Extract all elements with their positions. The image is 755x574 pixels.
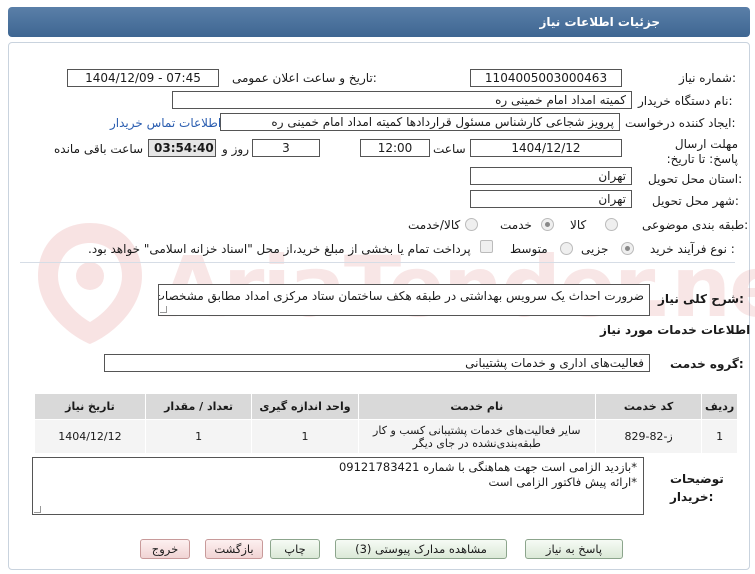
creator-label: ایجاد کننده درخواست:: [625, 116, 736, 130]
deadline-label: مهلت ارسال پاسخ: تا تاریخ:: [666, 137, 738, 166]
province-field: تهران: [470, 167, 632, 185]
exit-button[interactable]: خروج: [140, 539, 190, 559]
days-label: روز و: [222, 142, 249, 156]
page-header: جزئیات اطلاعات نیاز: [8, 7, 750, 37]
col-header-service-code: کد خدمت: [594, 393, 703, 420]
remaining-time-field: 03:54:40: [148, 139, 216, 157]
cell-service-name: سایر فعالیت‌های خدمات پشتیبانی کسب و کار…: [357, 419, 596, 454]
category-option-goods: کالا: [570, 218, 587, 232]
view-attachments-button[interactable]: مشاهده مدارک پیوستی (3): [335, 539, 507, 559]
cell-row-number: 1: [701, 419, 738, 454]
buyer-notes-line1: *بازدید الزامی است جهت هماهنگی با شماره …: [338, 460, 637, 474]
city-label: شهر محل تحویل:: [652, 194, 739, 208]
cell-unit: 1: [251, 419, 359, 454]
category-option-service: خدمت: [500, 218, 532, 232]
print-button[interactable]: چاپ: [270, 539, 320, 559]
buyer-org-field: کمیته امداد امام خمینی ره: [172, 91, 632, 109]
category-label: طبقه بندی موضوعی:: [642, 218, 749, 232]
days-field: 3: [252, 139, 320, 157]
services-table: ردیف کد خدمت نام خدمت واحد اندازه گیری ت…: [34, 393, 738, 454]
col-header-unit: واحد اندازه گیری: [251, 393, 359, 420]
cell-service-code: ز-82-829: [594, 419, 703, 454]
col-header-service-name: نام خدمت: [357, 393, 596, 420]
service-group-label: گروه خدمت:: [670, 357, 744, 371]
description-label: شرح کلی نیاز:: [658, 292, 744, 306]
buyer-notes-label-line1: توضیحات: [670, 472, 724, 486]
notes-resize-handle[interactable]: [34, 506, 41, 513]
buyer-notes-label-line2: خریدار:: [670, 490, 714, 504]
respond-button[interactable]: پاسخ به نیاز: [525, 539, 623, 559]
buyer-org-label: نام دستگاه خریدار:: [638, 94, 733, 108]
col-header-quantity: تعداد / مقدار: [144, 393, 253, 420]
deadline-date-field: 1404/12/12: [470, 139, 622, 157]
remaining-time-label: ساعت باقی مانده: [54, 142, 144, 156]
treasury-note: پرداخت تمام یا بخشی از مبلغ خرید،از محل …: [88, 242, 471, 256]
cell-need-date: 1404/12/12: [34, 419, 146, 454]
category-option-goods-service: کالا/خدمت: [408, 218, 461, 232]
province-label: استان محل تحویل:: [648, 172, 743, 186]
category-radio-goods[interactable]: [605, 218, 618, 231]
treasury-checkbox[interactable]: [480, 240, 493, 253]
deadline-time-field: 12:00: [360, 139, 430, 157]
description-resize-handle[interactable]: [160, 306, 167, 313]
back-button[interactable]: بازگشت: [205, 539, 263, 559]
announce-label: تاریخ و ساعت اعلان عمومی:: [232, 71, 377, 85]
deadline-time-label: ساعت: [433, 142, 466, 156]
category-radio-service[interactable]: [541, 218, 554, 231]
process-option-medium: متوسط: [510, 242, 548, 256]
process-radio-minor[interactable]: [621, 242, 634, 255]
process-label: نوع فرآیند خرید :: [650, 242, 735, 256]
divider: [20, 262, 735, 263]
buyer-notes-line2: *ارائه پیش فاکتور الزامی است: [488, 475, 637, 489]
service-group-field: فعالیت‌های اداری و خدمات پشتیبانی: [104, 354, 650, 372]
creator-field: پرویز شجاعی کارشناس مسئول قراردادها کمیت…: [220, 113, 620, 131]
col-header-row-number: ردیف: [701, 393, 738, 420]
process-radio-medium[interactable]: [560, 242, 573, 255]
description-field: ضرورت احداث یک سرویس بهداشتی در طبقه هکف…: [158, 284, 650, 316]
category-radio-goods-service[interactable]: [465, 218, 478, 231]
buyer-notes-field: *بازدید الزامی است جهت هماهنگی با شماره …: [32, 457, 644, 515]
service-name-line1: سایر فعالیت‌های خدمات پشتیبانی کسب و کار: [373, 423, 581, 437]
services-section-title: اطلاعات خدمات مورد نیاز: [600, 323, 751, 337]
table-header-row: ردیف کد خدمت نام خدمت واحد اندازه گیری ت…: [34, 393, 738, 420]
announce-datetime-field: 1404/12/09 - 07:45: [67, 69, 219, 87]
service-name-line2: طبقه‌بندی‌نشده در جای دیگر: [412, 436, 541, 450]
need-number-field: 1104005003000463: [470, 69, 622, 87]
page-title: جزئیات اطلاعات نیاز: [539, 15, 660, 29]
buyer-contact-link[interactable]: اطلاعات تماس خریدار: [110, 116, 221, 130]
col-header-need-date: تاریخ نیاز: [34, 393, 146, 420]
cell-quantity: 1: [144, 419, 253, 454]
process-option-minor: جزیی: [581, 242, 609, 256]
table-row: 1 ز-82-829 سایر فعالیت‌های خدمات پشتیبان…: [34, 419, 738, 454]
city-field: تهران: [470, 190, 632, 208]
need-number-label: شماره نیاز:: [679, 71, 737, 85]
